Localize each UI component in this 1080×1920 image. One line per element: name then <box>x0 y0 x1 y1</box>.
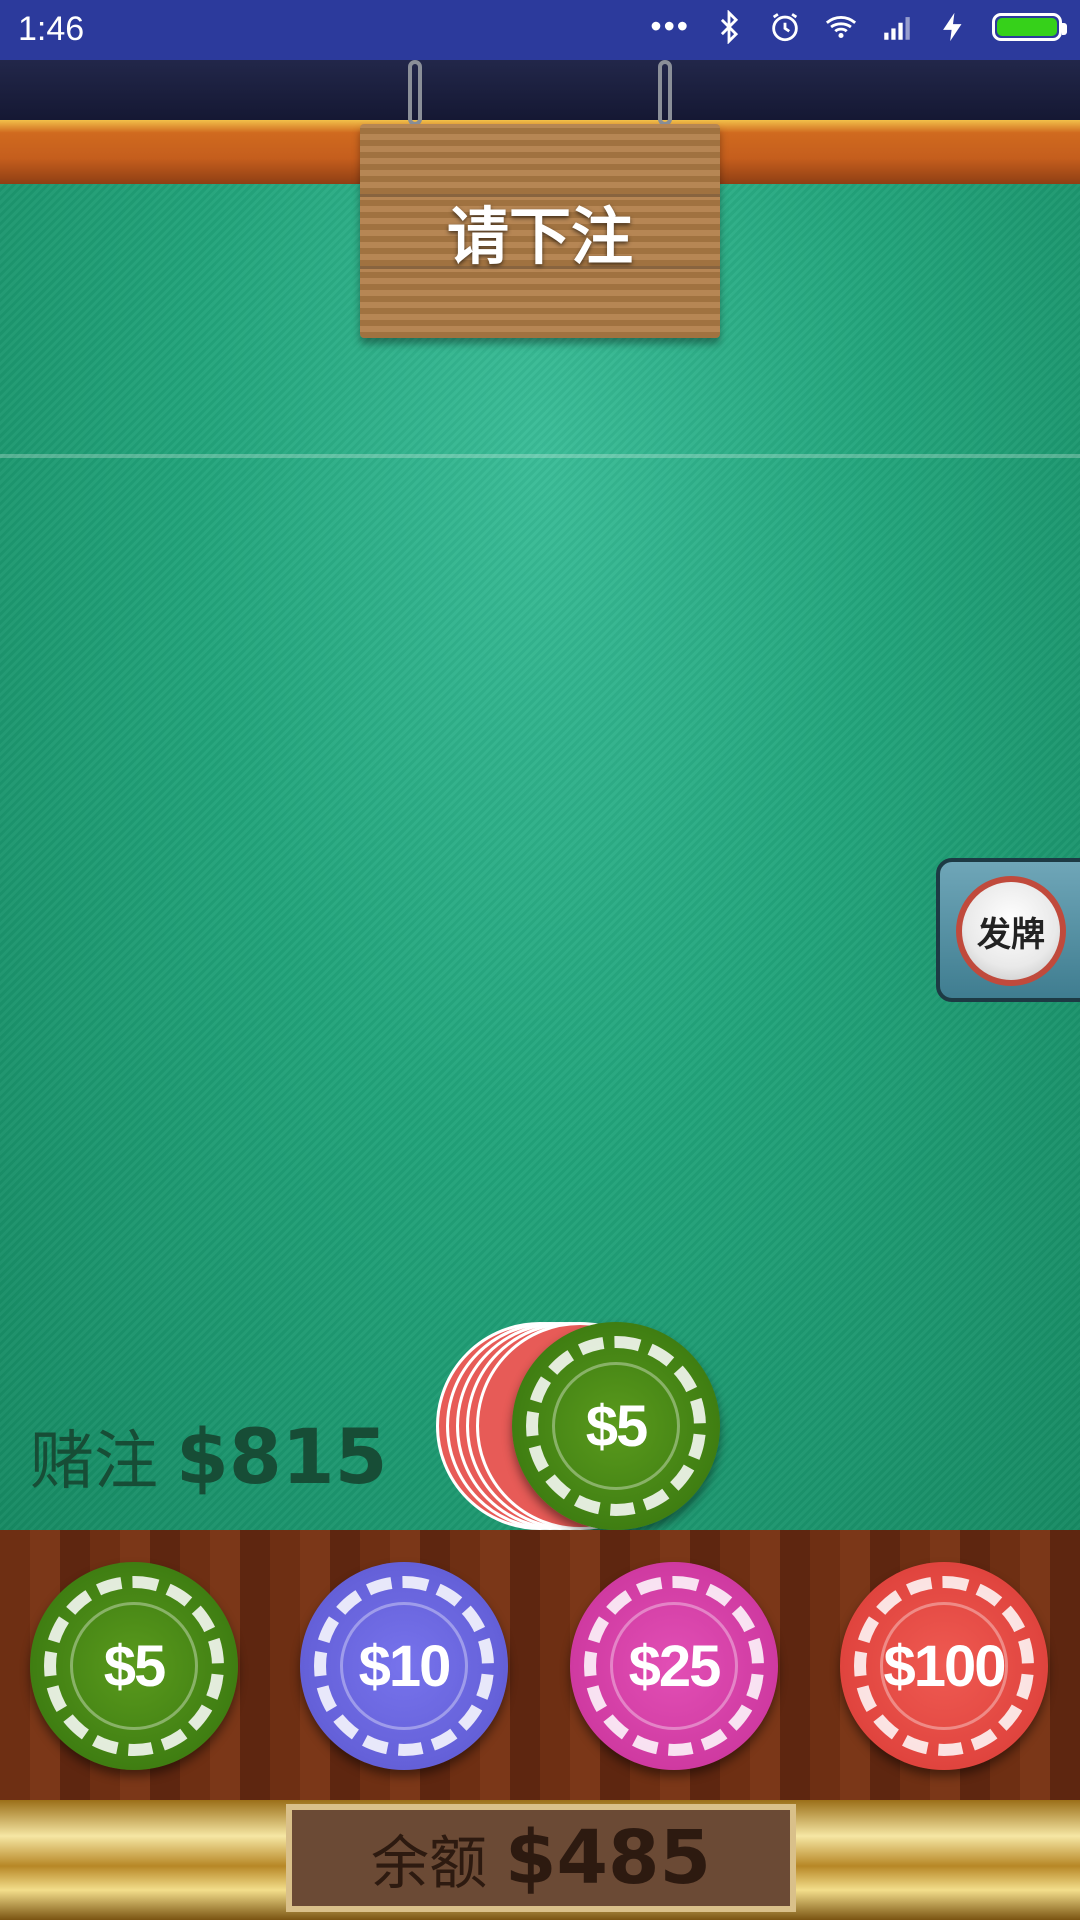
status-icons: ••• <box>650 8 1067 45</box>
bluetooth-icon <box>720 9 739 44</box>
bet-amount: $815 <box>176 1412 388 1501</box>
bet-prompt-sign: 请下注 <box>360 124 720 338</box>
chip-10-button[interactable]: $10 <box>300 1562 508 1770</box>
chip-25-button[interactable]: $25 <box>570 1562 778 1770</box>
chip-label: $100 <box>883 1633 1006 1699</box>
wifi-icon <box>825 15 857 38</box>
charging-icon <box>943 12 962 41</box>
chain-left-icon <box>408 60 422 126</box>
status-bar: 1:46 ••• <box>0 0 1080 60</box>
chip-label: $10 <box>358 1633 452 1699</box>
balance-label: 余额 <box>371 1829 488 1897</box>
signal-icon <box>884 16 910 40</box>
deal-button[interactable]: 发牌 <box>956 876 1066 986</box>
sign-text: 请下注 <box>446 200 633 273</box>
balance-amount: $485 <box>505 1815 711 1901</box>
chip-100-button[interactable]: $100 <box>840 1562 1048 1770</box>
stack-top-chip[interactable]: $5 <box>512 1322 720 1530</box>
chip-label: $25 <box>628 1633 722 1699</box>
status-time: 1:46 <box>18 10 85 48</box>
bet-display: 赌注 $815 <box>30 1410 388 1502</box>
chip-label: $5 <box>103 1633 166 1699</box>
battery-icon <box>992 12 1067 41</box>
deal-tab: 发牌 <box>936 858 1080 1002</box>
chain-right-icon <box>658 60 672 126</box>
chip-5-button[interactable]: $5 <box>30 1562 238 1770</box>
stack-top-chip-label: $5 <box>585 1393 648 1459</box>
bet-label: 赌注 <box>30 1425 158 1499</box>
balance-display: 余额 $485 <box>286 1804 796 1912</box>
felt-line <box>0 454 1080 458</box>
table-top-rail <box>0 60 1080 120</box>
more-dots-icon: ••• <box>650 8 690 44</box>
alarm-icon <box>772 12 798 41</box>
